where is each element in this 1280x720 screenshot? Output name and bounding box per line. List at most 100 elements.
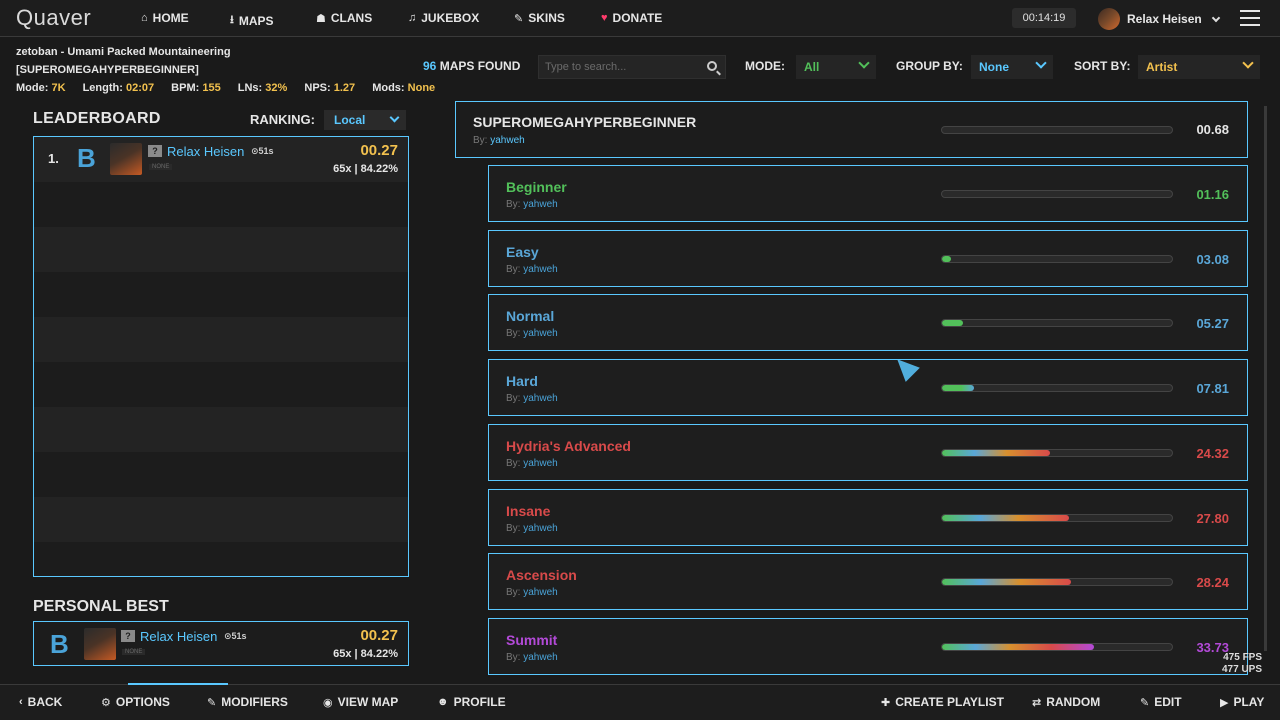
personal-best-row[interactable]: B ? Relax Heisen ⊙51s NONE 00.27 65x | 8… [34,622,408,666]
difficulty-bar [941,514,1173,522]
create-playlist-button[interactable]: ✚ CREATE PLAYLIST [881,695,1004,709]
difficulty-rating: 28.24 [1196,575,1229,590]
mods-badge: NONE [122,649,146,655]
random-button[interactable]: ⇄ RANDOM [1032,695,1100,709]
chevron-down-icon [1035,57,1047,69]
difficulty-name: Summit [506,632,558,648]
difficulty-name: Insane [506,503,551,519]
nav-home[interactable]: ⌂ HOME [141,11,189,25]
nav-donate[interactable]: ♥ DONATE [601,11,662,25]
profile-button[interactable]: ☻ PROFILE [437,695,506,709]
leaderboard-title: LEADERBOARD [33,110,161,127]
scrollbar[interactable] [1264,106,1267,651]
ranking-dropdown[interactable]: Local [324,110,406,130]
difficulty-card[interactable]: Hydria's Advanced By: yahweh 24.32 [488,424,1248,481]
edit-button[interactable]: ✎ EDIT [1140,695,1182,709]
by-label: By: [506,199,521,210]
by-label: By: [506,587,521,598]
difficulty-bar [941,255,1173,263]
difficulty-bar-fill [942,450,1051,456]
difficulty-bar [941,449,1173,457]
difficulty-rating: 24.32 [1196,446,1229,461]
eye-icon: ◉ [323,696,333,709]
score-time: ⊙51s [251,146,274,156]
view-map-button[interactable]: ◉ VIEW MAP [323,695,398,709]
play-button[interactable]: ▶ PLAY [1220,695,1264,709]
options-button[interactable]: ⚙ OPTIONS [101,695,170,709]
difficulty-card[interactable]: Insane By: yahweh 27.80 [488,489,1248,546]
download-icon: ⭳ [230,14,234,26]
difficulty-bar-fill [942,385,975,391]
shuffle-icon: ⇄ [1032,696,1042,709]
by-label: By: [506,328,521,339]
fps-value: 475 FPS [1223,652,1263,663]
score-time: ⊙51s [224,631,247,641]
view-map-label: VIEW MAP [337,695,399,709]
personal-best-title: PERSONAL BEST [33,598,169,615]
modifiers-label: MODIFIERS [221,695,288,709]
pencil-icon: ✎ [1140,696,1150,709]
difficulty-bar [941,578,1173,586]
mapset-header-card[interactable]: SUPEROMEGAHYPERBEGINNER By: yahweh 00.68 [455,101,1248,158]
difficulty-creator: By: yahweh [506,199,558,210]
mode-dropdown-value: All [804,60,820,74]
music-icon: ♫ [408,12,417,24]
by-label: By: [506,393,521,404]
ranking-label: RANKING: [250,112,315,127]
creator-name: yahweh [523,393,558,404]
difficulty-creator: By: yahweh [506,264,558,275]
group-by-dropdown[interactable]: None [971,55,1053,79]
difficulty-rating: 27.80 [1196,511,1229,526]
nav-clans[interactable]: ☗ CLANS [316,11,372,25]
search-input[interactable] [539,56,699,78]
player-avatar [84,628,116,660]
difficulty-creator: By: yahweh [506,393,558,404]
nav-skins[interactable]: ✎ SKINS [514,11,565,25]
play-label: PLAY [1233,695,1265,709]
nav-jukebox[interactable]: ♫ JUKEBOX [408,11,479,25]
leaderboard-panel[interactable]: 1. B ? Relax Heisen ⊙51s NONE 00.27 65x … [33,136,409,577]
maps-found-label: MAPS FOUND [439,59,521,73]
search-box[interactable] [538,55,726,79]
map-info: zetoban - Umami Packed Mountaineering [S… [16,43,435,97]
difficulty-creator: By: yahweh [506,458,558,469]
difficulty-rating: 07.81 [1196,381,1229,396]
player-name[interactable]: Relax Heisen [167,144,244,159]
leaderboard-score-row[interactable]: 1. B ? Relax Heisen ⊙51s NONE 00.27 65x … [34,137,408,181]
chevron-down-icon [1242,57,1254,69]
difficulty-card[interactable]: Easy By: yahweh 03.08 [488,230,1248,287]
score-value: 00.27 [360,627,398,644]
length-stat-label: Length: [82,82,123,94]
hamburger-menu-icon[interactable] [1240,10,1260,26]
quaver-logo[interactable]: Quaver [16,5,91,31]
back-button[interactable]: ‹ BACK [19,695,62,709]
group-by-value: None [979,60,1009,74]
difficulty-card[interactable]: Normal By: yahweh 05.27 [488,294,1248,351]
difficulty-card[interactable]: Beginner By: yahweh 01.16 [488,165,1248,222]
creator-name: yahweh [523,458,558,469]
sort-by-dropdown[interactable]: Artist [1138,55,1260,79]
creator-name: yahweh [490,135,525,146]
grade-badge: B [77,143,96,173]
difficulty-card[interactable]: Ascension By: yahweh 28.24 [488,553,1248,610]
player-name[interactable]: Relax Heisen [140,629,217,644]
pencil-icon: ✎ [514,12,524,25]
mode-dropdown[interactable]: All [796,55,876,79]
mode-stat-label: Mode: [16,82,49,94]
nav-home-label: HOME [152,11,189,25]
difficulty-card[interactable]: Summit By: yahweh 33.73 [488,618,1248,675]
user-menu[interactable]: Relax Heisen [1098,8,1220,30]
random-label: RANDOM [1046,695,1101,709]
difficulty-creator: By: yahweh [506,652,558,663]
search-icon[interactable] [707,61,717,71]
nps-stat-value: 1.27 [333,82,356,94]
nav-maps[interactable]: ⭳ MAPS [230,11,274,30]
modifiers-button[interactable]: ✎ MODIFIERS [207,695,288,709]
difficulty-creator: By: yahweh [506,587,558,598]
difficulty-card[interactable]: Hard By: yahweh 07.81 [488,359,1248,416]
fps-counter: 475 FPS 477 UPS [1222,652,1262,676]
leaderboard-row-bg [34,227,408,272]
by-label: By: [506,523,521,534]
grade-badge: B [50,629,69,659]
personal-best-panel[interactable]: B ? Relax Heisen ⊙51s NONE 00.27 65x | 8… [33,621,409,666]
